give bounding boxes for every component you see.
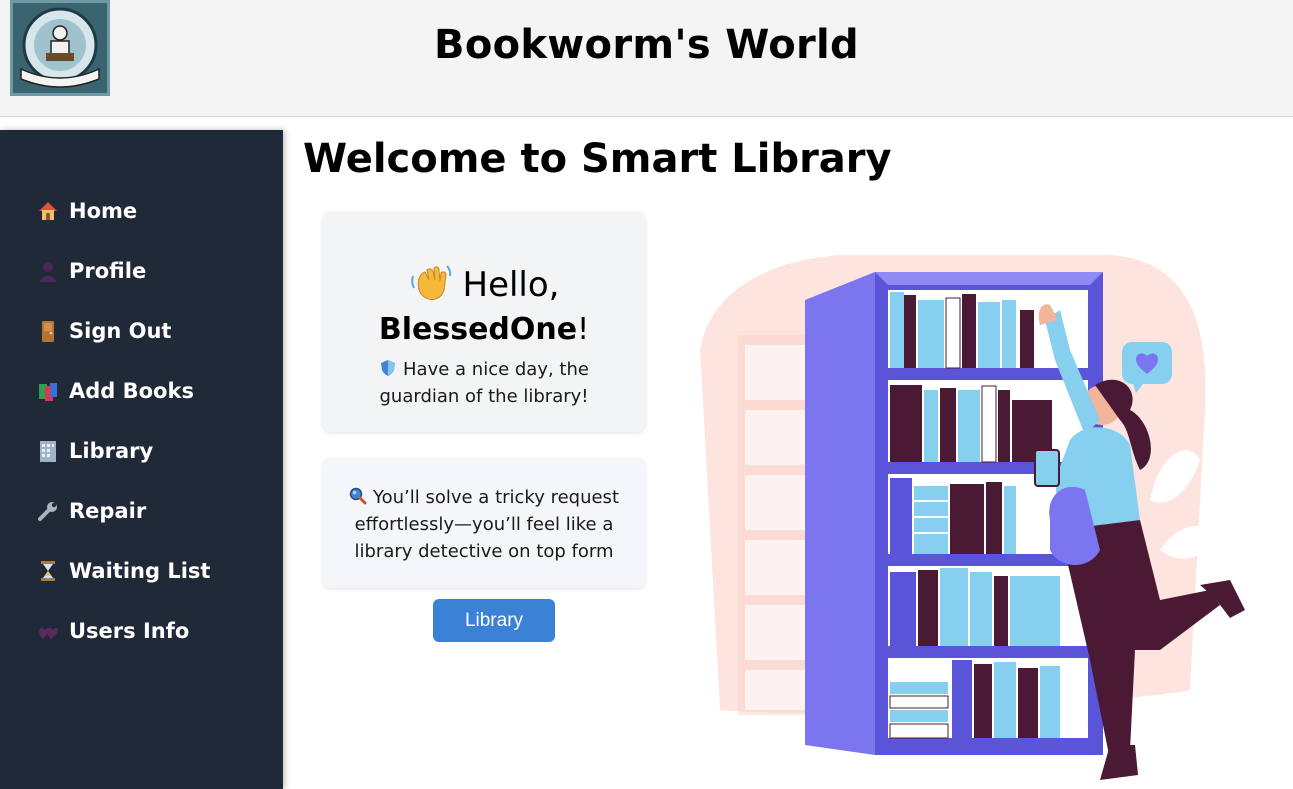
sidebar-item-sign-out[interactable]: Sign Out [35, 311, 171, 351]
sidebar-item-label: Waiting List [69, 559, 211, 583]
username: BlessedOne [378, 312, 578, 347]
sidebar-item-label: Users Info [69, 619, 190, 643]
sidebar-item-label: Profile [69, 259, 147, 283]
page-title: Welcome to Smart Library [303, 136, 892, 182]
sidebar-item-waiting-list[interactable]: Waiting List [35, 551, 210, 591]
shield-icon [379, 358, 397, 376]
magnifier-icon [349, 486, 367, 505]
library-button[interactable]: Library [433, 599, 555, 642]
sidebar-item-label: Repair [69, 499, 147, 523]
person-silhouette-icon [35, 258, 61, 284]
sidebar-item-users-info[interactable]: Users Info [35, 611, 189, 651]
sidebar-item-label: Add Books [69, 379, 194, 403]
wrench-icon [35, 498, 61, 524]
hearts-icon [35, 618, 61, 644]
sidebar-item-profile[interactable]: Profile [35, 251, 146, 291]
greeting-message-text: Have a nice day, the guardian of the lib… [379, 359, 589, 407]
greeting-message: Have a nice day, the guardian of the lib… [373, 356, 595, 410]
greeting-username-line: BlessedOne! [323, 306, 645, 354]
greeting-exclamation: ! [577, 312, 590, 347]
tip-message: You’ll solve a tricky request effortless… [348, 484, 620, 565]
bookshelf-illustration [700, 255, 1245, 780]
site-title: Bookworm's World [434, 22, 859, 68]
office-building-icon [35, 438, 61, 464]
sidebar-item-label: Library [69, 439, 154, 463]
door-icon [35, 318, 61, 344]
books-icon [35, 378, 61, 404]
sidebar: Home Profile Sign Out Add Books Library … [0, 130, 283, 789]
sidebar-item-library[interactable]: Library [35, 431, 153, 471]
waving-hand-icon [409, 262, 453, 302]
sidebar-item-add-books[interactable]: Add Books [35, 371, 194, 411]
sidebar-item-home[interactable]: Home [35, 191, 137, 231]
sidebar-item-repair[interactable]: Repair [35, 491, 146, 531]
tip-message-text: You’ll solve a tricky request effortless… [354, 487, 620, 562]
house-icon [35, 198, 61, 224]
sidebar-item-label: Sign Out [69, 319, 172, 343]
sidebar-item-label: Home [69, 199, 138, 223]
hourglass-icon [35, 558, 61, 584]
greeting-hello-line: Hello, [323, 262, 645, 307]
background-shelf [738, 335, 813, 715]
greeting-hello: Hello, [462, 265, 560, 305]
header: Bookworm's World [0, 0, 1293, 117]
